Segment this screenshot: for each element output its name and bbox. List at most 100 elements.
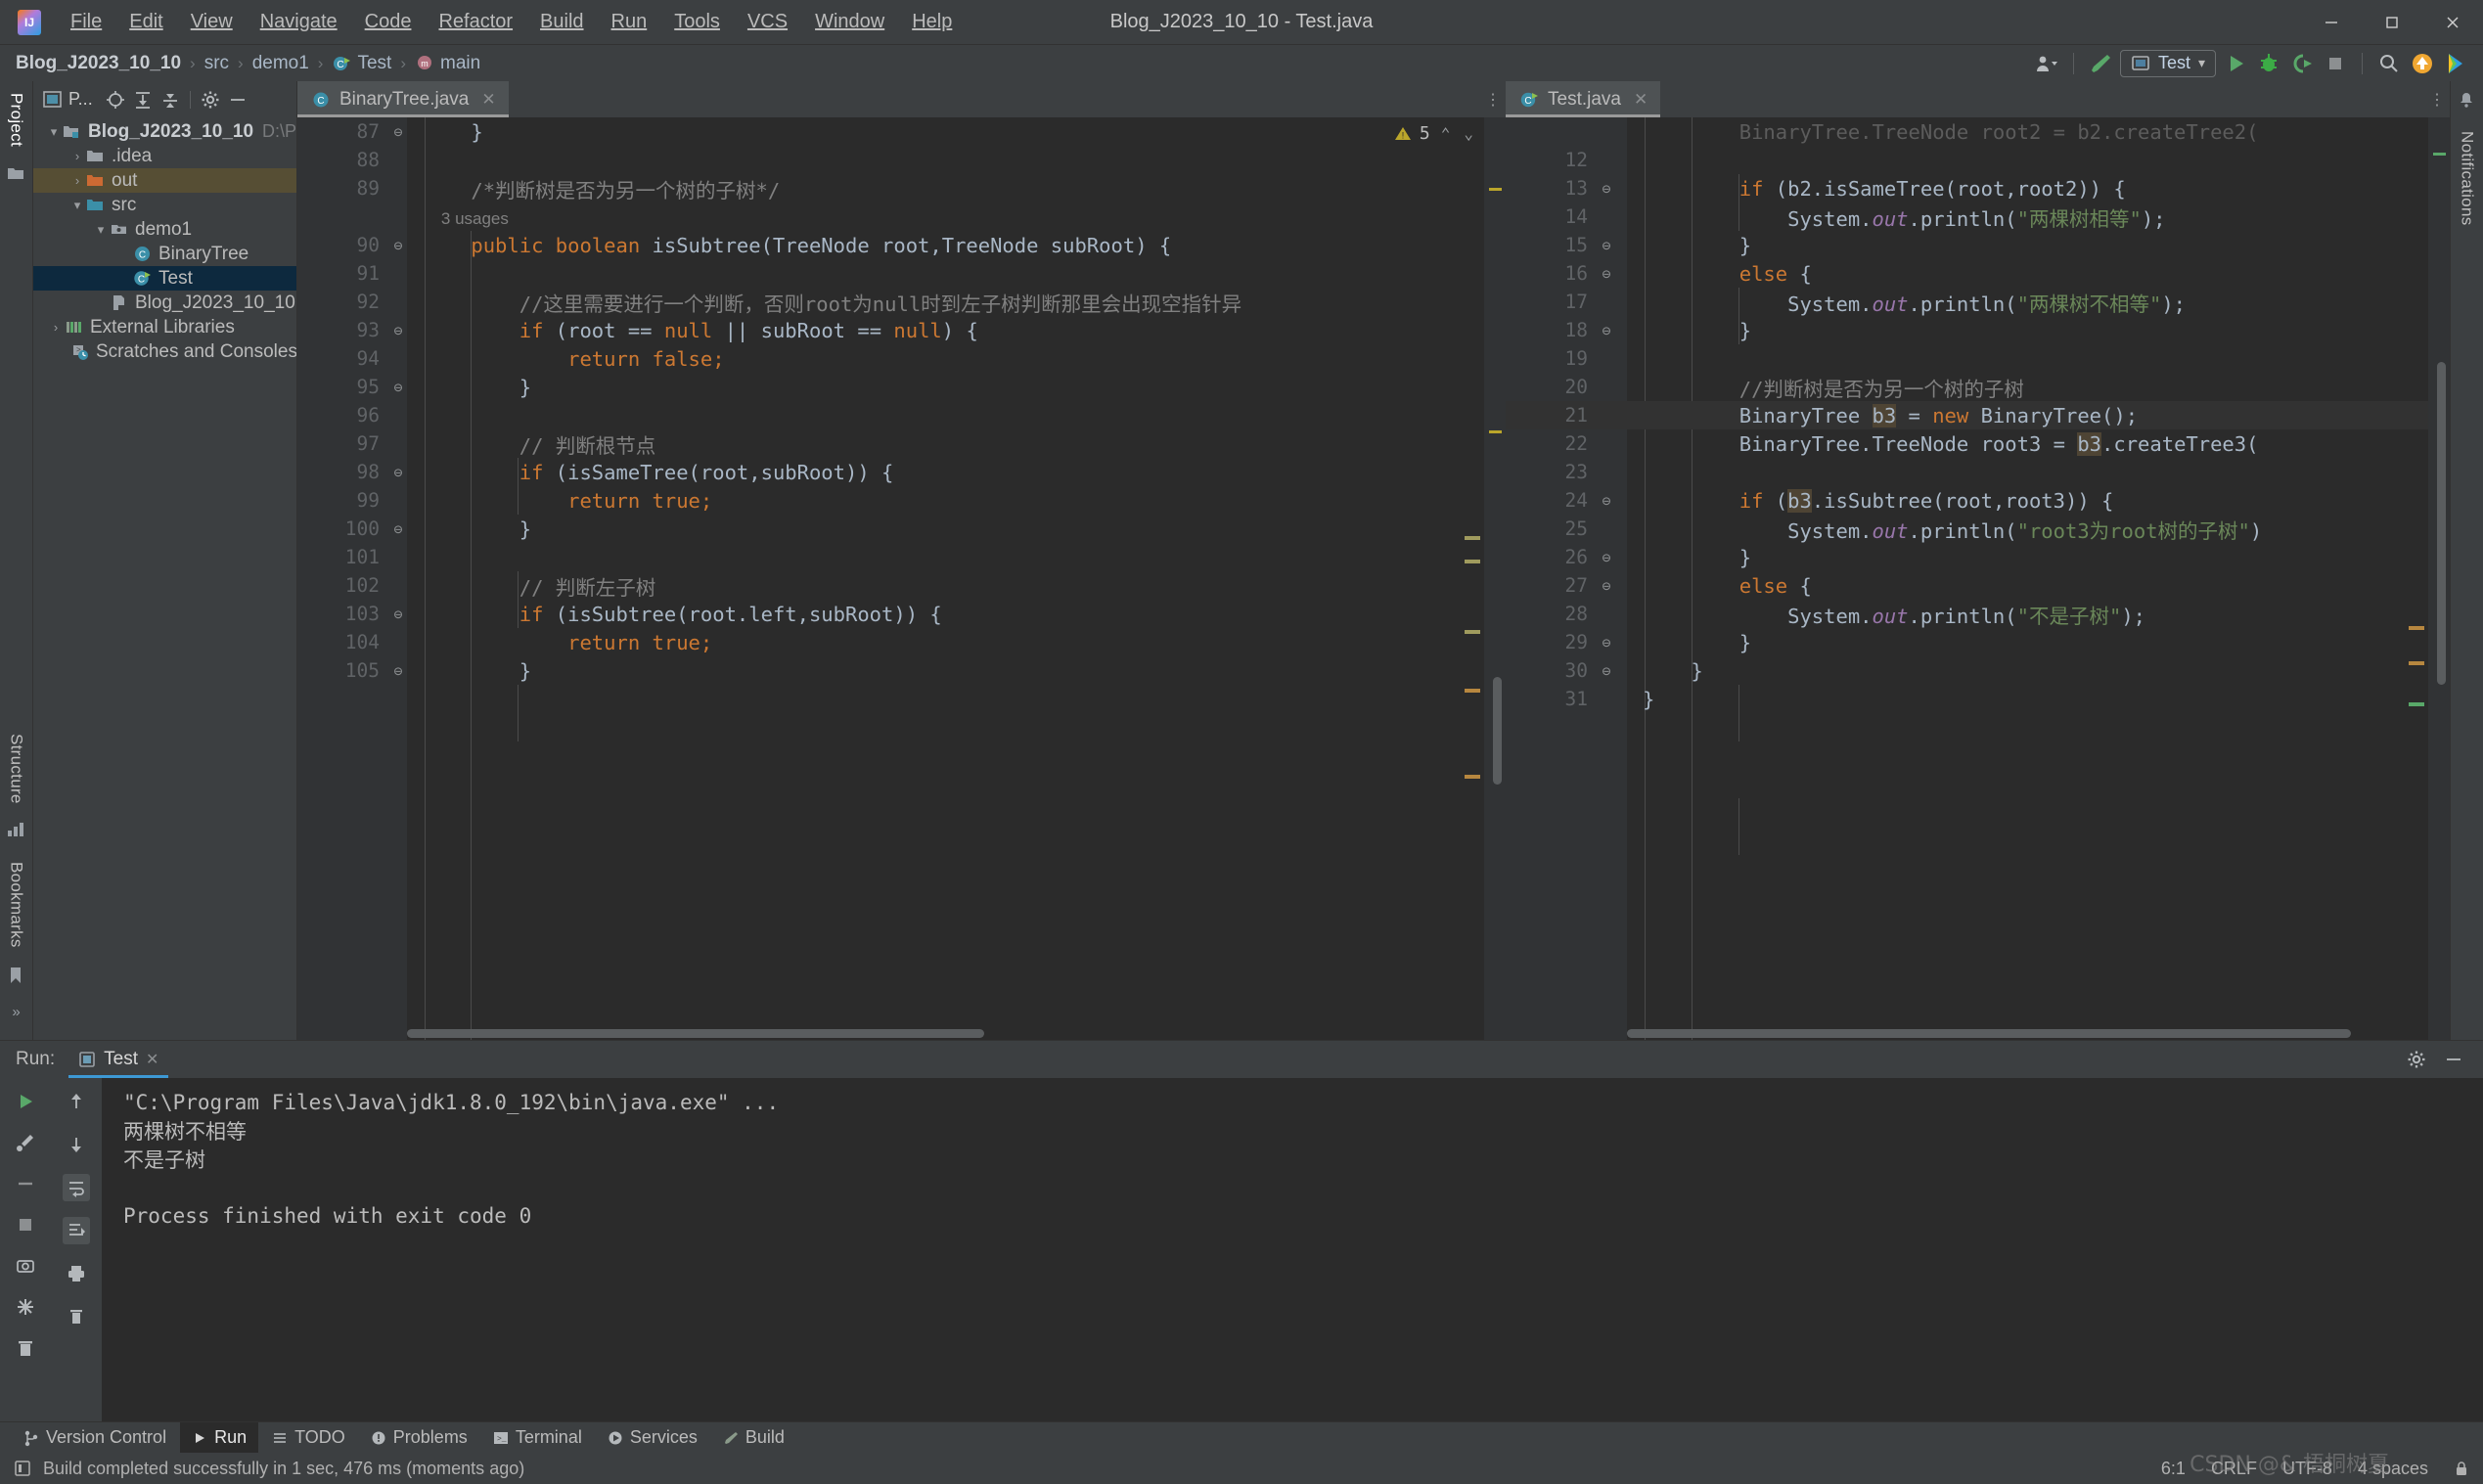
code-line[interactable]: 92 //这里需要进行一个判断，否则root为null时到左子树判断那里会出现空… [297,288,1506,316]
tree-row-project-root[interactable]: ▾ Blog_J2023_10_10 D:\Proj [33,119,296,144]
sidebar-item-notifications[interactable]: Notifications [2458,119,2477,236]
file-encoding[interactable]: UTF-8 [2282,1459,2332,1479]
code-line[interactable]: 23 [1506,458,2450,486]
code-line[interactable]: 29 ⊖ } [1506,628,2450,656]
soft-wrap-icon[interactable] [63,1174,90,1201]
gear-icon[interactable] [198,87,223,112]
fold-marker-icon[interactable]: ⊖ [1598,662,1615,680]
lock-icon[interactable] [2454,1460,2469,1477]
expand-all-icon[interactable] [130,87,156,112]
menu-build[interactable]: Build [526,7,597,37]
fold-marker-icon[interactable]: ⊖ [1598,180,1615,198]
bell-icon[interactable] [2458,91,2477,111]
sidebar-item-bookmarks[interactable]: Bookmarks [7,850,26,958]
code-line[interactable]: 16 ⊖ else { [1506,259,2450,288]
menu-tools[interactable]: Tools [660,7,734,37]
code-area-right[interactable]: BinaryTree.TreeNode root2 = b2.createTre… [1506,117,2450,1040]
scroll-up-icon[interactable] [63,1088,90,1115]
horizontal-scrollbar-right[interactable] [1627,1029,2351,1038]
breadcrumb-project[interactable]: Blog_J2023_10_10 [16,53,181,74]
build-hammer-icon[interactable] [2087,50,2114,77]
prev-problem-icon[interactable]: ⌃ [1438,124,1454,143]
fold-marker-icon[interactable]: ⊖ [1598,492,1615,510]
code-line[interactable]: 104 return true; [297,628,1506,656]
code-line[interactable]: 30 ⊖ } [1506,656,2450,685]
code-area-left[interactable]: 87 ⊖ } 88 89 /*判断树是否为另一个树的子树*/ 3 usages 90 ⊖ … [297,117,1506,1040]
menu-code[interactable]: Code [351,7,426,37]
expand-stripe-icon[interactable]: » [7,1004,26,1023]
fold-marker-icon[interactable]: ⊖ [1598,237,1615,254]
code-line[interactable]: 93 ⊖ if (root == null || subRoot == null)… [297,316,1506,344]
code-line[interactable]: 97 // 判断根节点 [297,429,1506,458]
print-icon[interactable] [63,1260,90,1287]
chevron-right-icon[interactable]: › [47,321,65,334]
code-line[interactable]: 25 System.out.println("root3为root树的子树") [1506,515,2450,543]
menu-help[interactable]: Help [898,7,966,37]
stop-icon[interactable] [12,1211,39,1238]
rerun-icon[interactable] [12,1088,39,1115]
tool-window-run[interactable]: Run [180,1421,259,1454]
chevron-down-icon[interactable]: ▾ [68,199,86,211]
next-problem-icon[interactable]: ⌄ [1461,124,1476,143]
code-line[interactable]: 28 System.out.println("不是子树"); [1506,600,2450,628]
maximize-button[interactable] [2362,0,2422,45]
hide-panel-icon[interactable] [2440,1046,2467,1073]
tool-window-terminal[interactable]: >_ Terminal [481,1422,594,1454]
code-line[interactable]: 101 [297,543,1506,571]
close-icon[interactable]: ✕ [481,90,495,110]
horizontal-scrollbar-left[interactable] [407,1029,984,1038]
search-icon[interactable] [2375,50,2403,77]
tool-window-services[interactable]: Services [596,1422,709,1454]
editor-tabs-more-icon[interactable]: ⋮ [2424,81,2450,117]
run-tab-test[interactable]: Test ✕ [68,1041,169,1078]
code-line[interactable]: BinaryTree.TreeNode root2 = b2.createTre… [1506,117,2450,146]
menu-window[interactable]: Window [801,7,898,37]
sidebar-item-project[interactable]: Project [7,81,26,157]
chevron-down-icon[interactable]: ▾ [92,223,110,236]
tree-row-binarytree[interactable]: C BinaryTree [33,242,296,266]
bookmark-flag-icon[interactable] [7,967,26,986]
code-line[interactable]: 31} [1506,685,2450,713]
fold-marker-icon[interactable]: ⊖ [389,237,407,254]
code-line[interactable]: 98 ⊖ if (isSameTree(root,subRoot)) { [297,458,1506,486]
hide-panel-icon[interactable] [225,87,250,112]
debug-bug-icon[interactable] [2255,50,2282,77]
chevron-down-icon[interactable]: ▾ [45,125,63,138]
run-coverage-icon[interactable] [2288,50,2316,77]
trash-icon[interactable] [12,1334,39,1362]
caret-position[interactable]: 6:1 [2161,1459,2186,1479]
vertical-scrollbar-left[interactable] [1493,677,1502,785]
code-line[interactable]: 22 BinaryTree.TreeNode root3 = b3.create… [1506,429,2450,458]
tree-row-test[interactable]: C Test [33,266,296,291]
clear-all-icon[interactable] [63,1303,90,1330]
close-icon[interactable]: ✕ [1634,90,1648,110]
console-output[interactable]: "C:\Program Files\Java\jdk1.8.0_192\bin\… [102,1078,2483,1421]
update-arrow-icon[interactable] [2409,50,2436,77]
menu-edit[interactable]: Edit [115,7,176,37]
menu-view[interactable]: View [177,7,247,37]
tab-test-java[interactable]: C Test.java ✕ [1506,81,1661,117]
folder-icon[interactable] [7,165,26,185]
tree-row-out[interactable]: › out [33,168,296,193]
tool-window-version-control[interactable]: Version Control [12,1422,178,1454]
gear-icon[interactable] [2403,1046,2430,1073]
code-line[interactable]: 94 return false; [297,344,1506,373]
code-line[interactable]: 15 ⊖ } [1506,231,2450,259]
tool-window-problems[interactable]: Problems [359,1422,479,1454]
tree-row-demo1[interactable]: ▾ demo1 [33,217,296,242]
breadcrumb-method[interactable]: main [440,53,480,74]
editor-tabs-more-icon[interactable]: ⋮ [1480,81,1506,117]
minimize-button[interactable] [2301,0,2362,45]
vertical-scrollbar-right[interactable] [2437,362,2446,685]
tree-row-external-libraries[interactable]: › External Libraries [33,315,296,339]
chevron-right-icon[interactable]: › [68,150,86,162]
menu-run[interactable]: Run [598,7,661,37]
wrench-icon[interactable] [12,1129,39,1156]
tool-window-build[interactable]: Build [711,1422,796,1454]
breadcrumb-class[interactable]: Test [357,53,391,74]
close-button[interactable] [2422,0,2483,45]
code-line[interactable]: 89 /*判断树是否为另一个树的子树*/ [297,174,1506,202]
fold-marker-icon[interactable]: ⊖ [1598,322,1615,339]
code-line[interactable]: 3 usages [297,202,1506,231]
fold-marker-icon[interactable]: ⊖ [1598,265,1615,283]
